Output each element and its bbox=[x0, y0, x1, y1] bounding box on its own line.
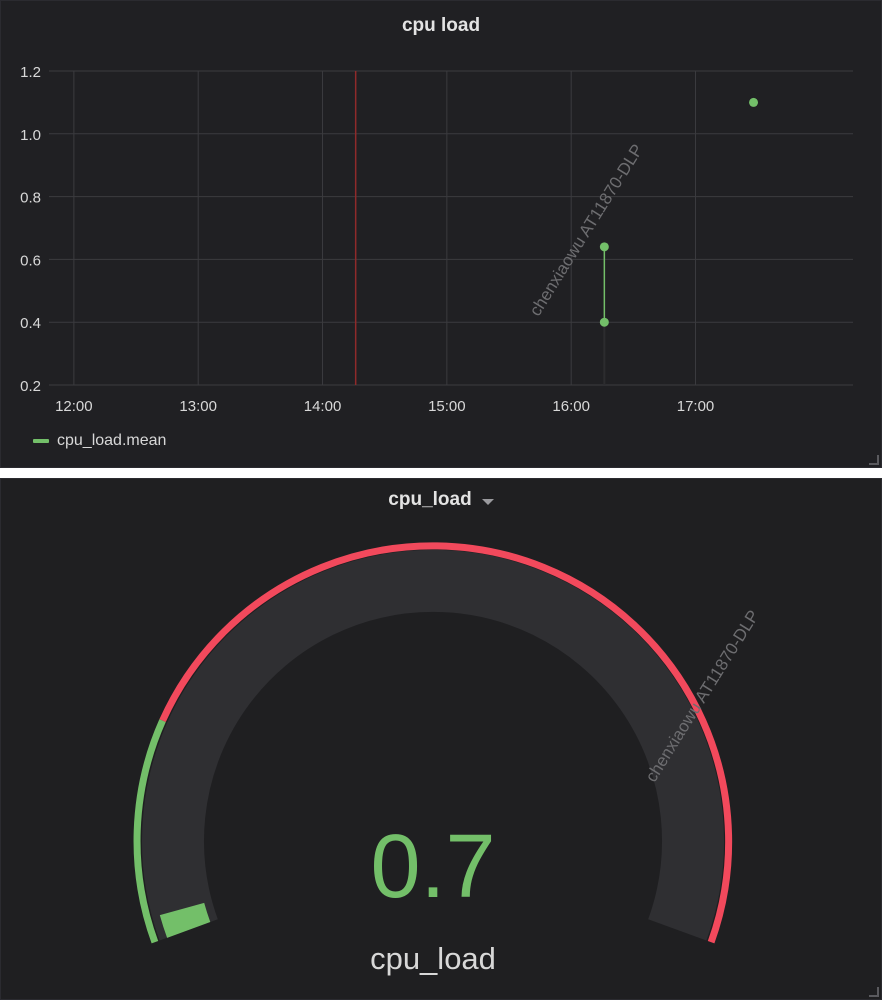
cpu-load-gauge: chenxiaowu AT11870-DLP 0.7 cpu_load bbox=[133, 542, 763, 976]
legend-series-label[interactable]: cpu_load.mean bbox=[57, 432, 166, 450]
x-tick-label: 12:00 bbox=[55, 398, 93, 415]
gauge-value-fill bbox=[159, 902, 211, 938]
y-tick-label: 0.2 bbox=[20, 378, 41, 395]
y-tick-label: 1.0 bbox=[20, 127, 41, 144]
resize-handle[interactable] bbox=[869, 455, 879, 465]
data-point bbox=[599, 242, 609, 252]
x-tick-label: 17:00 bbox=[677, 398, 715, 415]
y-tick-label: 1.2 bbox=[20, 64, 41, 81]
legend-series-swatch bbox=[33, 439, 49, 443]
x-tick-label: 15:00 bbox=[428, 398, 466, 415]
x-tick-label: 16:00 bbox=[552, 398, 590, 415]
gauge-value: 0.7 bbox=[370, 817, 495, 917]
graph-watermark: chenxiaowu AT11870-DLP bbox=[526, 141, 647, 320]
data-point bbox=[599, 317, 609, 327]
resize-handle[interactable] bbox=[869, 987, 879, 997]
x-tick-label: 13:00 bbox=[179, 398, 217, 415]
y-tick-label: 0.4 bbox=[20, 315, 41, 332]
y-tick-label: 0.6 bbox=[20, 252, 41, 269]
graph-panel: cpu load 0.2 0.4 0.6 0.8 1.0 1.2 12:00 13:00 14:… bbox=[0, 0, 882, 468]
gauge-value-label: cpu_load bbox=[370, 941, 496, 976]
y-tick-label: 0.8 bbox=[20, 190, 41, 207]
data-point bbox=[749, 97, 759, 107]
x-tick-label: 14:00 bbox=[304, 398, 342, 415]
cpu-load-chart: 0.2 0.4 0.6 0.8 1.0 1.2 12:00 13:00 14:00 15:00 16… bbox=[20, 64, 853, 415]
gauge-panel: cpu_load chenxiaowu AT11870-DLP 0.7 cpu_… bbox=[0, 478, 882, 1000]
graph-legend[interactable]: cpu_load.mean bbox=[33, 432, 166, 450]
